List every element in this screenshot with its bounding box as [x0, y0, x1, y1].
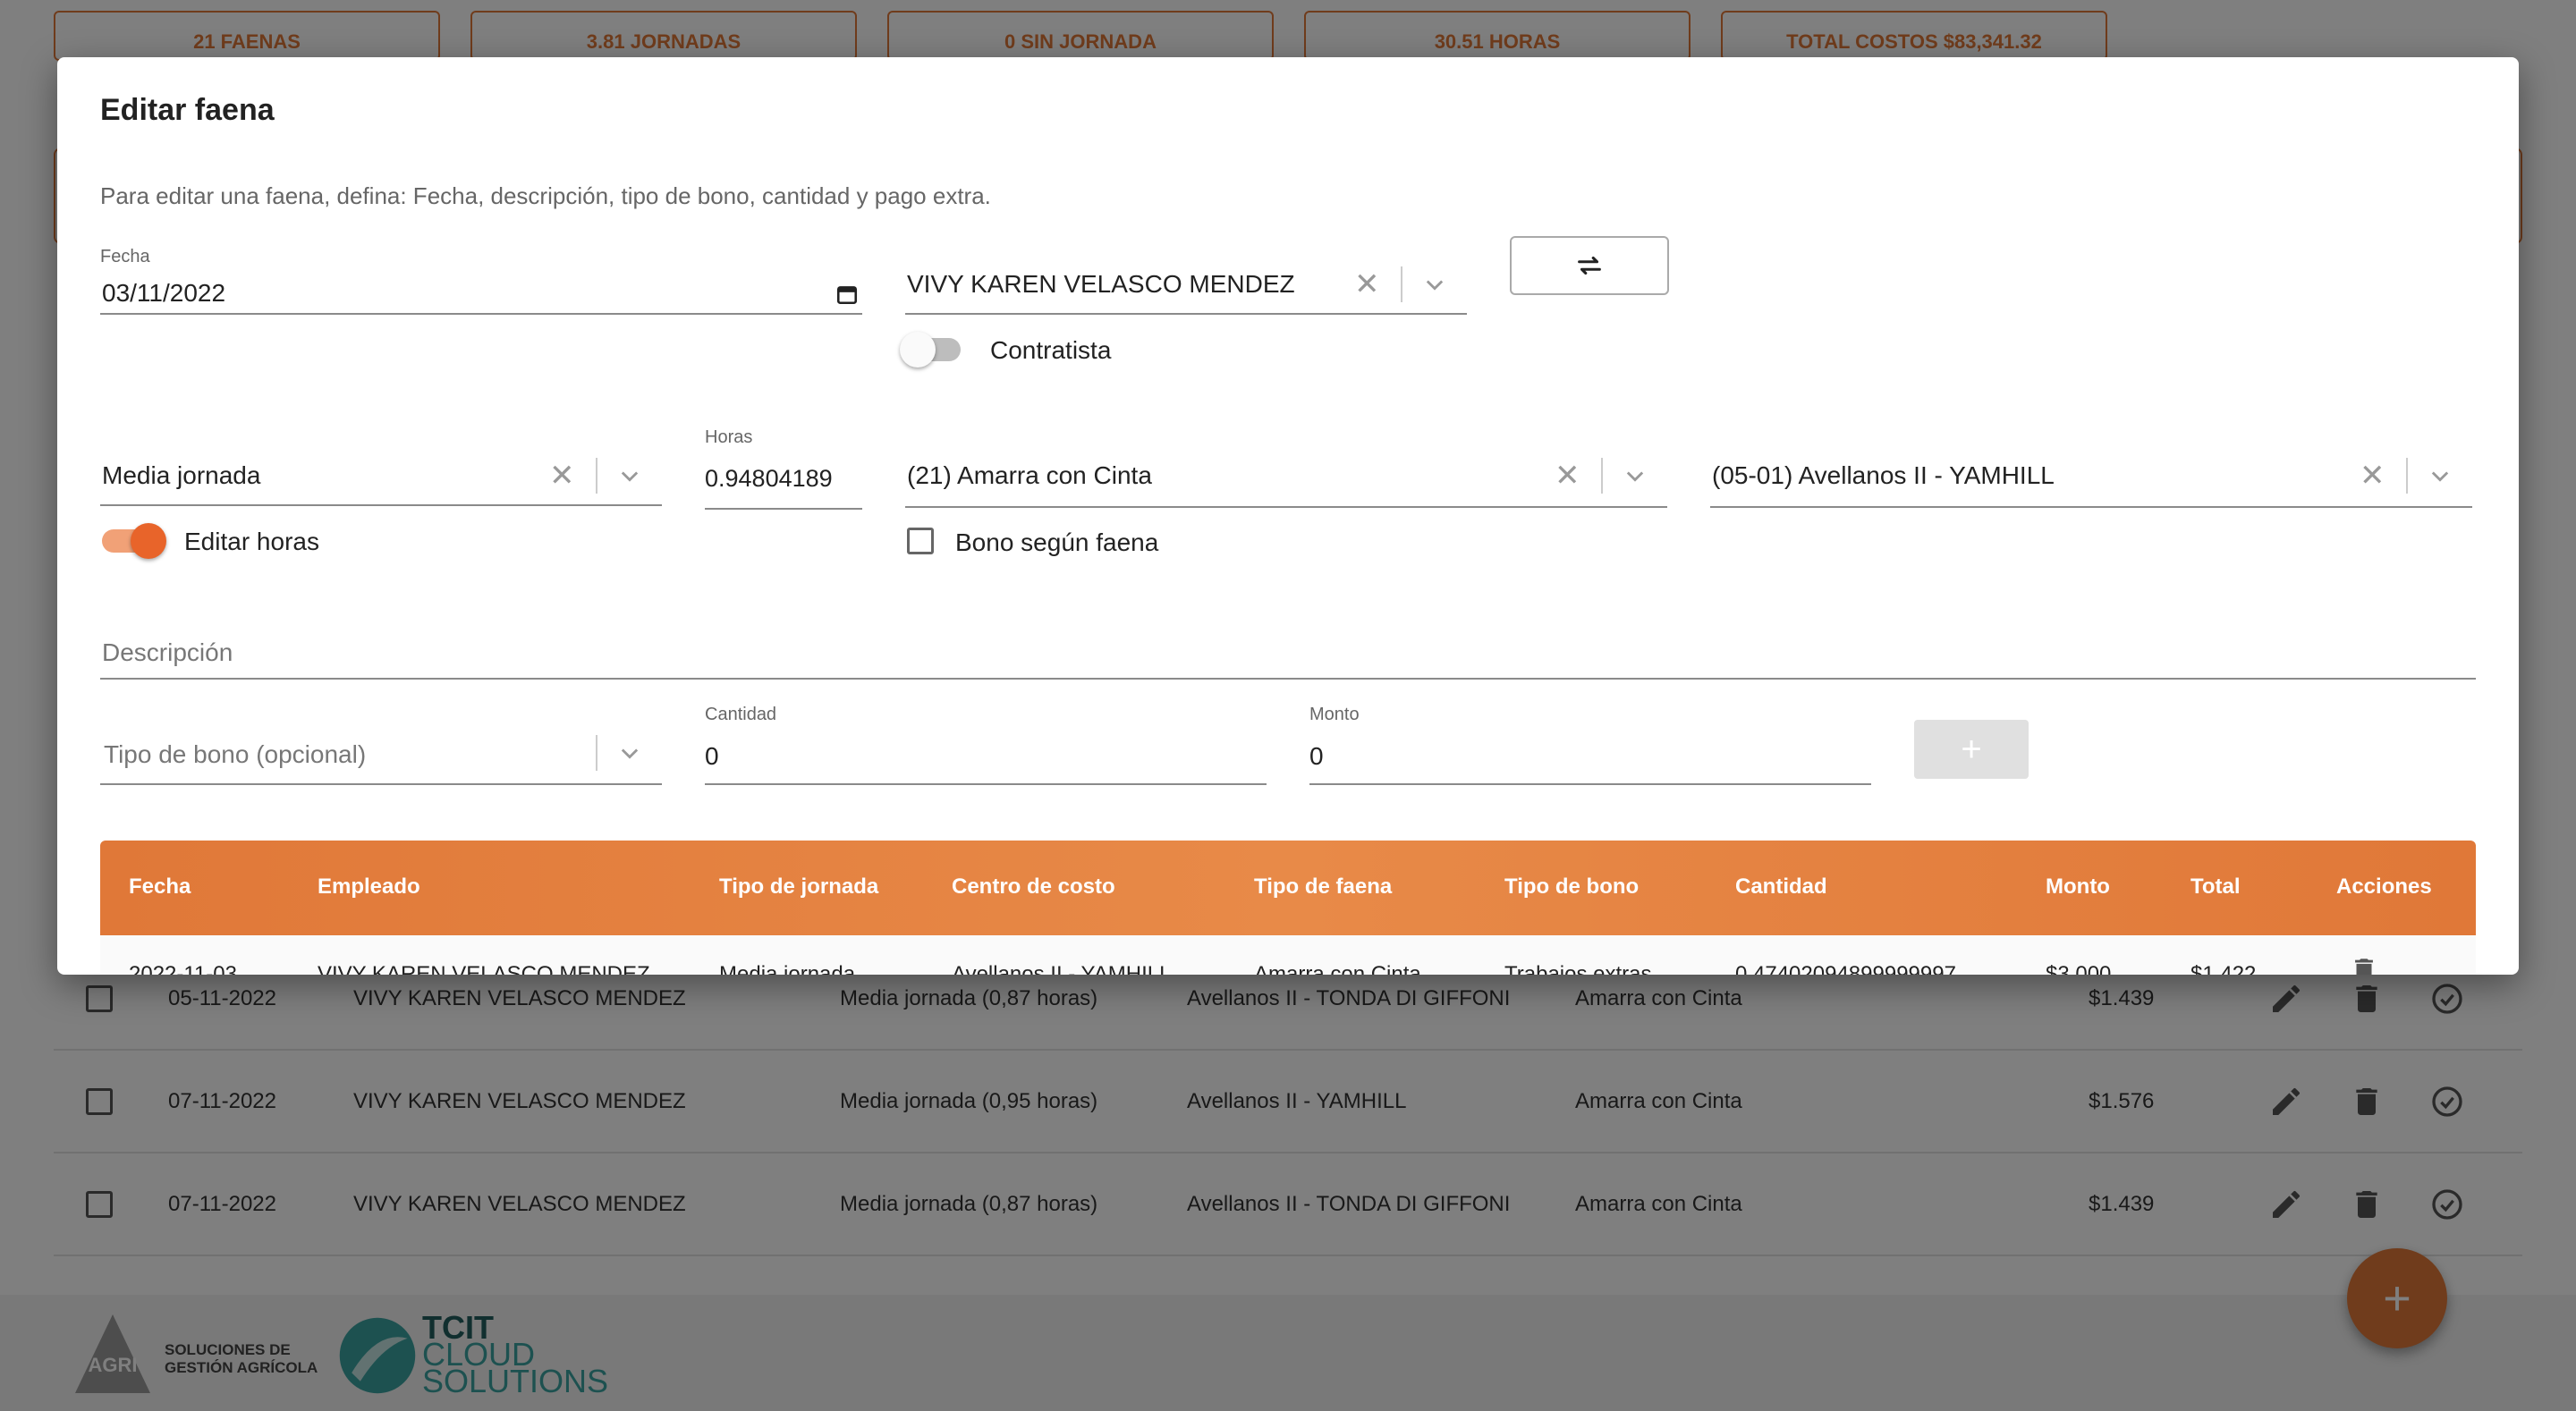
col-fecha[interactable]: Fecha: [129, 874, 191, 900]
dialog-title: Editar faena: [100, 93, 275, 127]
col-tipo-jornada[interactable]: Tipo de jornada: [719, 874, 878, 900]
editar-horas-toggle-thumb[interactable]: [131, 523, 166, 559]
cell-tipo-bono: Trabajos extras: [1504, 962, 1652, 975]
descripcion-placeholder: Descripción: [102, 638, 233, 666]
descripcion-field[interactable]: Descripción: [100, 629, 2476, 680]
horas-value: 0.94804189: [705, 465, 833, 492]
chevron-down-icon[interactable]: [617, 463, 642, 488]
clear-icon[interactable]: ✕: [2360, 458, 2385, 494]
delete-icon[interactable]: [2349, 955, 2379, 975]
jornada-value: Media jornada: [102, 461, 261, 489]
cell-empleado: VIVY KAREN VELASCO MENDEZ: [318, 962, 650, 975]
chevron-down-icon[interactable]: [617, 740, 642, 765]
col-total[interactable]: Total: [2190, 874, 2241, 900]
monto-label: Monto: [1309, 705, 1360, 724]
bono-segun-faena-label: Bono según faena: [955, 528, 1159, 556]
fecha-label: Fecha: [100, 247, 150, 266]
swap-icon: [1578, 256, 1601, 275]
cantidad-field[interactable]: Cantidad 0: [705, 705, 1267, 785]
table-header: Fecha Empleado Tipo de jornada Centro de…: [100, 841, 2476, 935]
chevron-down-icon[interactable]: [2428, 463, 2453, 488]
employee-value: VIVY KAREN VELASCO MENDEZ: [907, 270, 1295, 298]
editar-horas-label: Editar horas: [184, 528, 319, 555]
select-separator: [1401, 266, 1402, 302]
fecha-field[interactable]: Fecha 03/11/2022: [100, 247, 862, 315]
employee-select[interactable]: VIVY KAREN VELASCO MENDEZ ✕: [905, 252, 1467, 315]
chevron-down-icon[interactable]: [1623, 463, 1648, 488]
chevron-down-icon[interactable]: [1422, 272, 1447, 297]
monto-field[interactable]: Monto 0: [1309, 705, 1871, 785]
select-separator: [2406, 458, 2408, 494]
cell-monto: $3.000: [2046, 962, 2112, 975]
select-separator: [596, 735, 597, 771]
dialog-description: Para editar una faena, defina: Fecha, de…: [100, 182, 991, 209]
cantidad-value: 0: [705, 742, 719, 770]
contratista-toggle-thumb[interactable]: [900, 332, 936, 368]
cell-cantidad: 0.47402094899999997: [1735, 962, 1956, 975]
horas-field[interactable]: Horas 0.94804189: [705, 427, 862, 510]
cell-tipo-faena: Amarra con Cinta: [1254, 962, 1421, 975]
faenas-table: Fecha Empleado Tipo de jornada Centro de…: [100, 841, 2476, 975]
clear-icon[interactable]: ✕: [1354, 266, 1380, 302]
col-acciones: Acciones: [2336, 874, 2432, 899]
col-monto[interactable]: Monto: [2046, 874, 2110, 900]
tipo-faena-value: (21) Amarra con Cinta: [907, 461, 1152, 489]
col-cantidad[interactable]: Cantidad: [1735, 874, 1827, 900]
tipo-bono-select[interactable]: Tipo de bono (opcional): [100, 721, 662, 785]
cantidad-label: Cantidad: [705, 705, 777, 724]
calendar-icon[interactable]: [835, 283, 859, 306]
add-bono-button[interactable]: +: [1914, 720, 2029, 779]
swap-button[interactable]: [1510, 236, 1669, 295]
bono-segun-faena-checkbox[interactable]: [907, 528, 934, 554]
fecha-value: 03/11/2022: [102, 279, 226, 307]
contratista-label: Contratista: [990, 336, 1112, 364]
col-centro-costo[interactable]: Centro de costo: [952, 874, 1115, 900]
col-tipo-bono[interactable]: Tipo de bono: [1504, 874, 1639, 900]
col-tipo-faena[interactable]: Tipo de faena: [1254, 874, 1392, 900]
centro-costo-value: (05-01) Avellanos II - YAMHILL: [1712, 461, 2055, 489]
clear-icon[interactable]: ✕: [549, 458, 575, 494]
centro-costo-select[interactable]: (05-01) Avellanos II - YAMHILL ✕: [1710, 444, 2472, 508]
select-separator: [1601, 458, 1603, 494]
horas-label: Horas: [705, 427, 753, 447]
cell-fecha: 2022-11-03: [129, 962, 237, 975]
tipo-faena-select[interactable]: (21) Amarra con Cinta ✕: [905, 444, 1667, 508]
clear-icon[interactable]: ✕: [1555, 458, 1580, 494]
cell-total: $1.422: [2190, 962, 2257, 975]
edit-faena-dialog: Editar faena Para editar una faena, defi…: [57, 57, 2519, 975]
jornada-select[interactable]: Media jornada ✕: [100, 444, 662, 506]
cell-tipo-jornada: Media jornada: [719, 962, 856, 975]
tipo-bono-placeholder: Tipo de bono (opcional): [104, 740, 367, 768]
select-separator: [596, 458, 597, 494]
monto-value: 0: [1309, 742, 1324, 770]
col-empleado[interactable]: Empleado: [318, 874, 420, 900]
cell-centro-costo: Avellanos II - YAMHILL: [952, 962, 1172, 975]
table-row: 2022-11-03 VIVY KAREN VELASCO MENDEZ Med…: [100, 935, 2476, 975]
